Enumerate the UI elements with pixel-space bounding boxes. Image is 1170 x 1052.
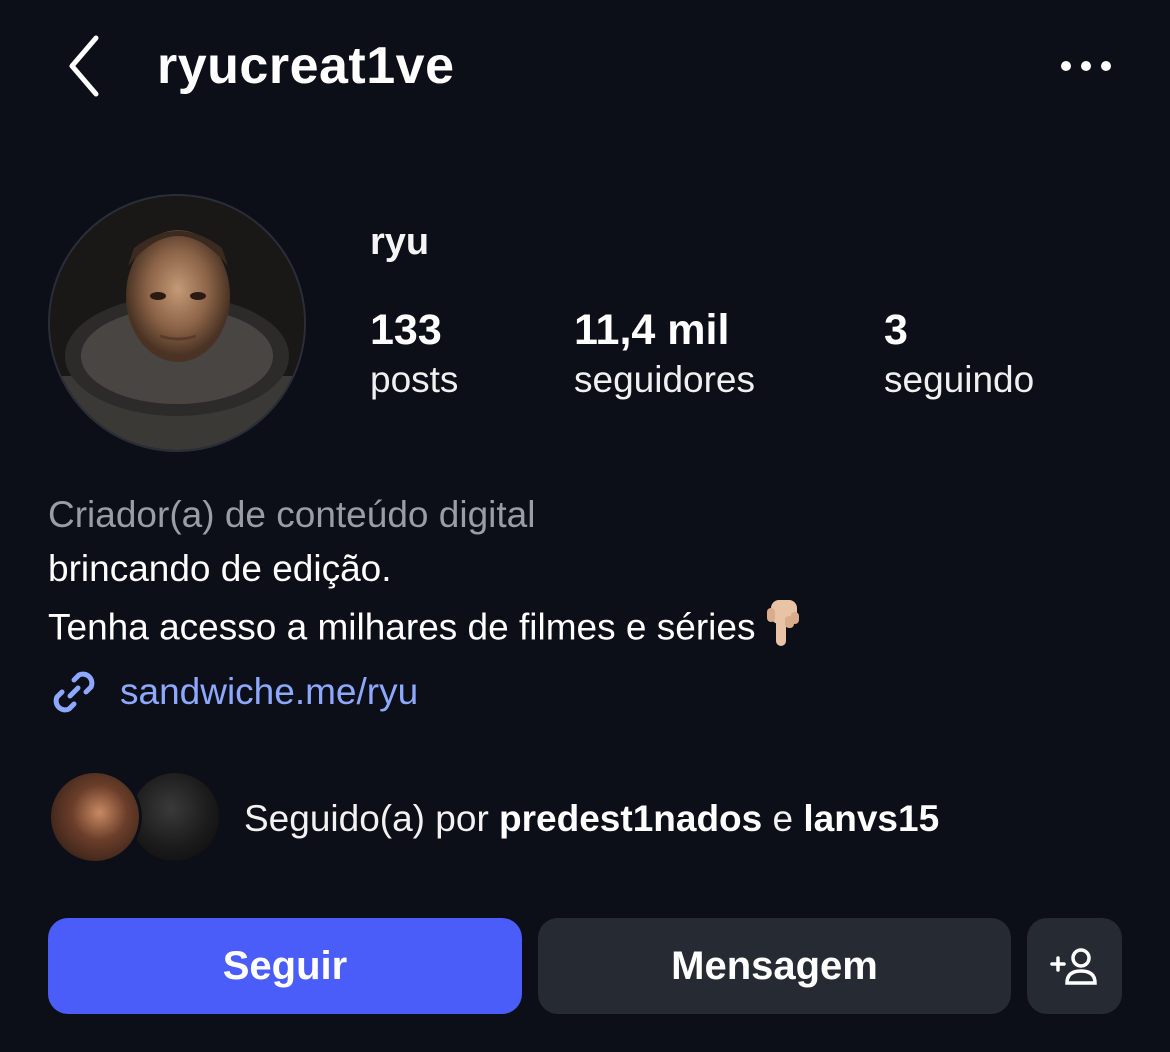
bio-line: brincando de edição. (48, 548, 392, 589)
stat-following[interactable]: 3 seguindo (884, 305, 1034, 405)
stat-followers-value: 11,4 mil (574, 306, 730, 354)
message-button[interactable]: Mensagem (538, 918, 1011, 1014)
stat-following-value: 3 (884, 306, 908, 354)
bio-link-text[interactable]: sandwiche.me/ryu (120, 667, 418, 717)
stat-followers[interactable]: 11,4 mil seguidores (574, 305, 755, 405)
chevron-left-icon (69, 35, 99, 97)
bio-line-text: Tenha acesso a milhares de filmes e séri… (48, 606, 756, 648)
followed-by-text[interactable]: Seguido(a) por predest1nados e lanvs15 (244, 794, 939, 844)
followed-by-conjunction: e (772, 798, 794, 839)
profile-display-name: ryu (370, 221, 430, 263)
more-options-button[interactable] (1052, 46, 1120, 86)
bio-category: Criador(a) de conteúdo digital (48, 494, 536, 535)
link-icon (53, 671, 95, 713)
add-person-icon (1049, 948, 1097, 985)
follow-button[interactable]: Seguir (48, 918, 522, 1014)
mutual-follower-avatar (128, 770, 222, 864)
bio-link[interactable]: sandwiche.me/ryu (48, 664, 418, 720)
stat-posts-value: 133 (370, 306, 442, 354)
mutual-followers-avatars[interactable] (48, 770, 223, 868)
mutual-follower-avatar (48, 770, 142, 864)
followed-by-prefix: Seguido(a) por (244, 798, 489, 839)
stat-following-label: seguindo (884, 359, 1035, 400)
bio-line: Tenha acesso a milhares de filmes e séri… (48, 598, 803, 661)
suggest-accounts-button[interactable] (1027, 918, 1122, 1014)
followed-by-user[interactable]: lanvs15 (803, 798, 939, 839)
back-button[interactable] (56, 30, 112, 102)
pointing-down-hand-emoji (763, 598, 803, 661)
avatar-image (50, 196, 304, 450)
header-username: ryucreat1ve (157, 37, 455, 95)
stat-followers-label: seguidores (574, 359, 756, 400)
followed-by-user[interactable]: predest1nados (499, 798, 762, 839)
stat-posts-label: posts (370, 359, 459, 400)
stat-posts[interactable]: 133 posts (370, 305, 458, 405)
more-horizontal-icon (1061, 61, 1111, 71)
profile-avatar[interactable] (48, 194, 306, 452)
